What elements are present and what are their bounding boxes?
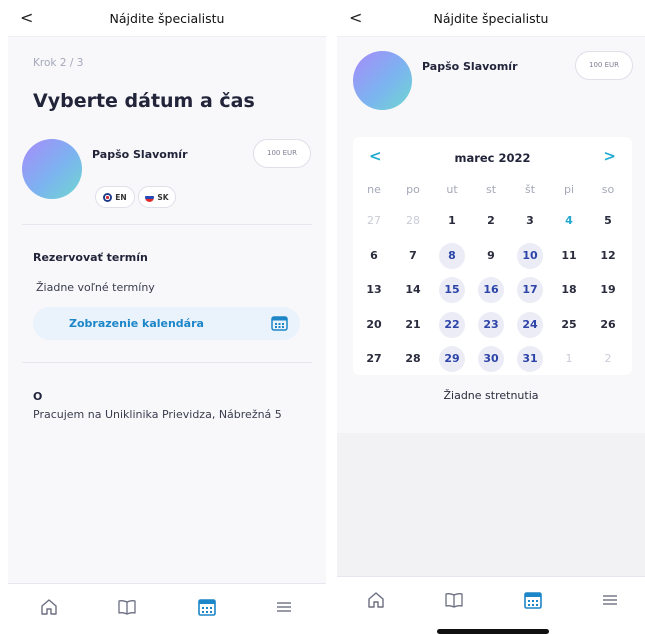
language-label: EN: [115, 192, 127, 202]
calendar-day[interactable]: 11: [556, 243, 582, 269]
tab-bar: [8, 583, 326, 634]
page-title: Nájdite špecialistu: [109, 11, 225, 26]
calendar-day[interactable]: 7: [400, 243, 426, 269]
show-calendar-button[interactable]: Zobrazenie kalendára: [33, 307, 300, 340]
calendar-day[interactable]: 28: [400, 346, 426, 372]
calendar-day: 28: [406, 214, 420, 227]
menu-icon: [277, 602, 291, 612]
calendar-day[interactable]: 3: [517, 208, 543, 234]
calendar-day[interactable]: 22: [439, 311, 465, 338]
calendar-day[interactable]: 23: [478, 311, 504, 338]
header: < Nájdite špecialistu: [337, 0, 645, 37]
weekday-label: ne: [367, 183, 381, 196]
calendar-day[interactable]: 13: [361, 277, 387, 303]
header: < Nájdite špecialistu: [8, 0, 326, 37]
calendar: < marec 2022 > ne po ut st št pi so 27 28 1 2 3 4 5 6 7…: [353, 137, 632, 375]
calendar-day: 2: [604, 352, 612, 365]
calendar-icon: [198, 599, 216, 616]
calendar-day: 27: [367, 214, 381, 227]
show-calendar-label: Zobrazenie kalendára: [69, 317, 204, 330]
page-heading: Vyberte dátum a čas: [33, 90, 255, 112]
home-icon: [368, 592, 384, 608]
book-icon: [445, 593, 463, 608]
about-text: Pracujem na Uniklinika Prievidza, Nábrež…: [33, 408, 282, 421]
calendar-day[interactable]: 6: [361, 243, 387, 269]
language-chip-sk: SK: [138, 186, 176, 208]
screen-left: < Nájdite špecialistu Krok 2 / 3 Vyberte…: [8, 0, 326, 634]
calendar-day[interactable]: 9: [478, 243, 504, 269]
tab-home[interactable]: [364, 588, 388, 612]
calendar-day[interactable]: 8: [439, 242, 465, 269]
page-title: Nájdite špecialistu: [433, 11, 549, 26]
next-month-button[interactable]: >: [603, 147, 616, 165]
tab-book[interactable]: [442, 588, 466, 612]
divider: [22, 224, 312, 225]
calendar-day[interactable]: 26: [595, 312, 621, 338]
avatar: [22, 139, 82, 199]
tab-home[interactable]: [37, 595, 61, 619]
weekday-label: št: [524, 183, 536, 196]
calendar-day[interactable]: 14: [400, 277, 426, 303]
calendar-day[interactable]: 4: [556, 208, 582, 234]
avatar: [353, 51, 412, 110]
weekday-label: ut: [446, 183, 458, 196]
home-indicator: [437, 629, 549, 634]
calendar-day[interactable]: 15: [439, 277, 465, 303]
language-chip-en: EN: [95, 186, 135, 208]
calendar-day[interactable]: 30: [478, 346, 504, 372]
tab-menu[interactable]: [598, 588, 622, 612]
tab-bar: [337, 576, 645, 634]
tab-calendar[interactable]: [521, 588, 545, 612]
weekday-label: po: [406, 183, 420, 196]
calendar-icon: [524, 592, 542, 609]
calendar-day[interactable]: 21: [400, 312, 426, 338]
step-indicator: Krok 2 / 3: [33, 57, 84, 69]
calendar-day[interactable]: 31: [517, 346, 543, 372]
sk-flag-icon: [145, 192, 155, 202]
calendar-day[interactable]: 17: [517, 277, 543, 303]
weekday-label: st: [485, 183, 497, 196]
calendar-day[interactable]: 29: [439, 346, 465, 372]
calendar-day[interactable]: 19: [595, 277, 621, 303]
book-icon: [118, 600, 136, 615]
no-meetings-text: Žiadne stretnutia: [443, 389, 539, 402]
calendar-day: 1: [565, 352, 573, 365]
uk-flag-icon: [103, 192, 113, 202]
home-icon: [41, 599, 57, 615]
weekday-label: so: [601, 183, 615, 196]
doctor-name: Papšo Slavomír: [422, 60, 518, 73]
calendar-icon: [271, 315, 288, 335]
screen-right: < Nájdite špecialistu Papšo Slavomír 100…: [337, 0, 645, 634]
no-slots-text: Žiadne voľné termíny: [36, 281, 155, 294]
language-label: SK: [157, 192, 169, 202]
calendar-day[interactable]: 20: [361, 312, 387, 338]
tab-menu[interactable]: [272, 595, 296, 619]
price-badge: 100 EUR: [575, 51, 633, 80]
tab-calendar[interactable]: [195, 595, 219, 619]
calendar-day[interactable]: 1: [439, 208, 465, 234]
divider: [22, 362, 312, 363]
tab-book[interactable]: [115, 595, 139, 619]
booking-title: Rezervovať termín: [33, 251, 148, 264]
calendar-day[interactable]: 18: [556, 277, 582, 303]
calendar-day[interactable]: 10: [517, 242, 543, 269]
calendar-day[interactable]: 25: [556, 312, 582, 338]
price-badge: 100 EUR: [253, 139, 311, 168]
calendar-day[interactable]: 5: [595, 208, 621, 234]
weekday-label: pi: [563, 183, 575, 196]
doctor-name: Papšo Slavomír: [92, 148, 188, 161]
calendar-day[interactable]: 27: [361, 346, 387, 372]
calendar-day[interactable]: 2: [478, 208, 504, 234]
calendar-day[interactable]: 24: [517, 311, 543, 338]
empty-area: [337, 433, 645, 576]
calendar-month: marec 2022: [454, 151, 531, 165]
menu-icon: [603, 595, 617, 605]
about-title: O: [33, 390, 43, 403]
calendar-day[interactable]: 12: [595, 243, 621, 269]
calendar-day[interactable]: 16: [478, 277, 504, 303]
